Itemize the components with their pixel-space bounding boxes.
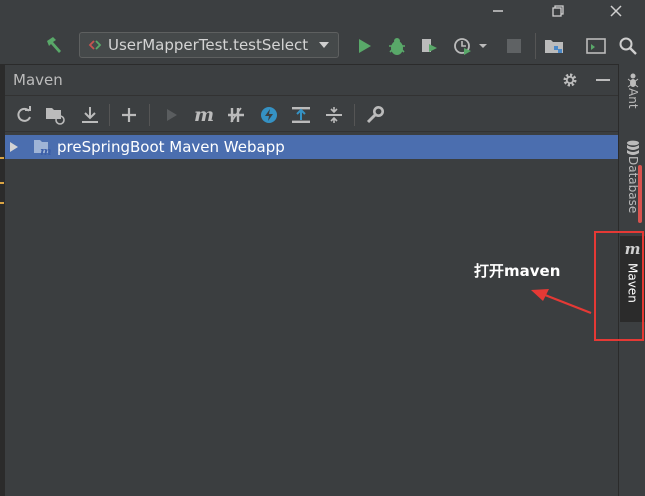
annotation-arrow-icon (531, 289, 592, 315)
add-icon[interactable] (118, 104, 140, 126)
hammer-icon[interactable] (42, 34, 66, 56)
tab-label-ant: Ant (626, 88, 640, 109)
tab-ant[interactable]: Ant (624, 72, 642, 122)
stop-icon[interactable] (503, 35, 525, 57)
toolbar-divider (354, 104, 355, 126)
panel-title: Maven (13, 71, 63, 89)
ant-icon (626, 72, 640, 88)
tree-item-label: preSpringBoot Maven Webapp (57, 138, 285, 156)
toolbar-divider (109, 104, 110, 126)
collapse-all-icon[interactable] (323, 104, 345, 126)
close-icon[interactable] (593, 0, 639, 22)
gutter-marker (0, 157, 4, 159)
show-dependencies-icon[interactable] (290, 104, 312, 126)
coverage-icon[interactable] (417, 34, 441, 58)
project-structure-icon[interactable] (542, 34, 566, 58)
restore-icon[interactable] (535, 0, 581, 22)
run-icon[interactable] (161, 104, 183, 126)
gutter-marker (0, 202, 4, 204)
run-configuration-select[interactable]: UserMapperTest.testSelect (79, 32, 339, 58)
gear-icon[interactable] (560, 70, 580, 90)
run-config-label: UserMapperTest.testSelect (108, 36, 309, 54)
gutter-marker (0, 182, 4, 184)
search-icon[interactable] (616, 34, 640, 58)
minus-icon[interactable] (593, 70, 613, 90)
profile-icon[interactable] (450, 34, 490, 58)
toolbar-divider (535, 33, 536, 59)
chevron-down-icon (318, 41, 330, 49)
skip-tests-icon[interactable] (258, 104, 280, 126)
annotation-text: 打开maven (474, 262, 561, 280)
svg-text:m: m (40, 145, 52, 156)
terminal-icon[interactable] (584, 34, 608, 58)
minimize-icon[interactable] (475, 0, 521, 22)
database-icon (626, 140, 640, 156)
tree-item-project[interactable]: m preSpringBoot Maven Webapp (5, 135, 618, 159)
toggle-offline-icon[interactable] (224, 104, 248, 126)
settings-wrench-icon[interactable] (364, 104, 386, 126)
maven-panel-header (5, 65, 618, 96)
reload-icon[interactable] (13, 104, 35, 126)
maven-project-icon: m (33, 138, 53, 156)
expand-arrow-icon[interactable] (9, 141, 19, 153)
test-config-icon (88, 38, 102, 52)
execute-goal-icon[interactable]: m (192, 104, 216, 126)
toolbar-divider (149, 104, 150, 126)
play-icon[interactable] (354, 35, 376, 57)
bug-icon[interactable] (385, 34, 409, 58)
download-icon[interactable] (79, 104, 101, 126)
generate-sources-icon[interactable] (44, 104, 68, 126)
scrollbar-thumb[interactable] (638, 165, 642, 223)
